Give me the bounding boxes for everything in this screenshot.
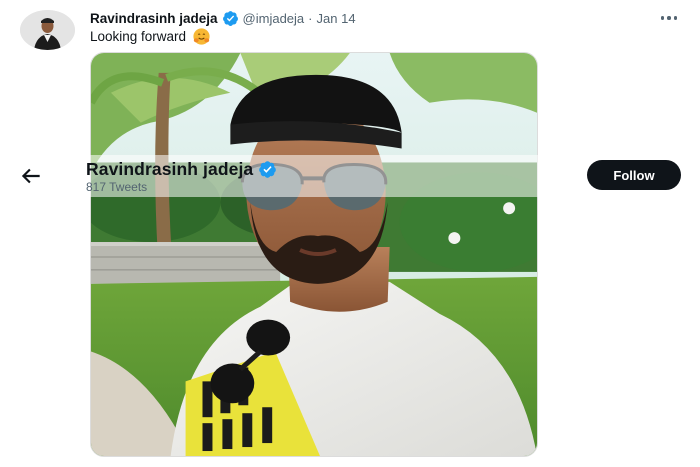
tweet-date[interactable]: Jan 14	[317, 11, 356, 26]
more-horizontal-icon[interactable]	[656, 8, 682, 28]
arrow-left-icon[interactable]	[18, 163, 44, 189]
separator-dot: ·	[308, 11, 313, 26]
tweet-text: Looking forward	[90, 27, 211, 46]
tweet-text-content: Looking forward	[90, 29, 187, 44]
follow-button[interactable]: Follow	[587, 160, 681, 190]
author-name[interactable]: Ravindrasinh jadeja	[90, 11, 218, 26]
tweet-header: Ravindrasinh jadeja @imjadeja · Jan 14	[90, 10, 356, 27]
verified-badge-icon	[222, 10, 239, 27]
author-handle[interactable]: @imjadeja	[243, 11, 305, 26]
hugging-face-emoji	[192, 27, 211, 46]
avatar[interactable]	[20, 10, 75, 50]
verified-badge-icon	[258, 160, 277, 179]
tweet-photo[interactable]	[90, 52, 538, 457]
profile-name: Ravindrasinh jadeja	[86, 159, 254, 179]
tweets-count: 817 Tweets	[86, 180, 148, 194]
profile-name-row: Ravindrasinh jadeja	[86, 159, 281, 180]
